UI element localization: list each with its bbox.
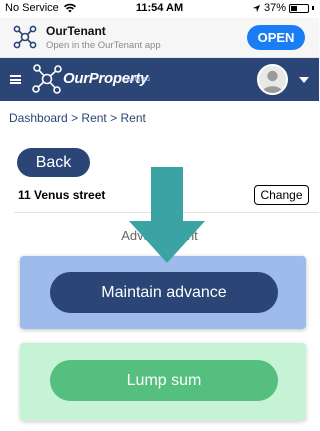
change-property-button[interactable]: Change [254,185,309,205]
breadcrumb-separator: > [110,111,118,125]
property-address: 11 Venus street [18,188,106,202]
dropdown-caret-icon[interactable] [299,77,309,83]
maintain-advance-card: Maintain advance [20,256,306,329]
breadcrumb: Dashboard > Rent > Rent [9,111,146,125]
banner-subtitle: Open in the OurTenant app [46,40,161,51]
user-avatar-icon[interactable] [257,64,288,95]
pointer-arrow-icon [129,167,205,263]
open-app-button[interactable]: OPEN [247,25,305,50]
smart-app-banner: OurTenant Open in the OurTenant app OPEN [0,18,319,58]
ourtenant-logo-icon [13,25,37,49]
maintain-advance-button[interactable]: Maintain advance [50,272,278,313]
hamburger-menu-icon[interactable] [10,75,21,84]
battery-fill [291,5,297,11]
breadcrumb-rent[interactable]: Rent [81,111,106,125]
battery-percent: 37% [263,2,286,14]
brand-domain: .com.au [125,76,150,83]
breadcrumb-separator: > [71,111,79,125]
banner-title: OurTenant [46,24,106,38]
breadcrumb-dashboard[interactable]: Dashboard [9,111,68,125]
back-button[interactable]: Back [17,148,90,177]
location-icon [252,4,261,12]
lump-sum-button[interactable]: Lump sum [50,360,278,401]
battery-icon [289,3,309,13]
status-bar: No Service 11:54 AM 37% [0,0,319,18]
status-right: 37% [252,2,314,14]
lump-sum-card: Lump sum [20,343,306,421]
battery-tip [312,6,314,10]
breadcrumb-current: Rent [120,111,146,125]
ourproperty-logo-icon[interactable] [30,62,64,96]
nav-bar: OurProperty .com.au [0,58,319,101]
